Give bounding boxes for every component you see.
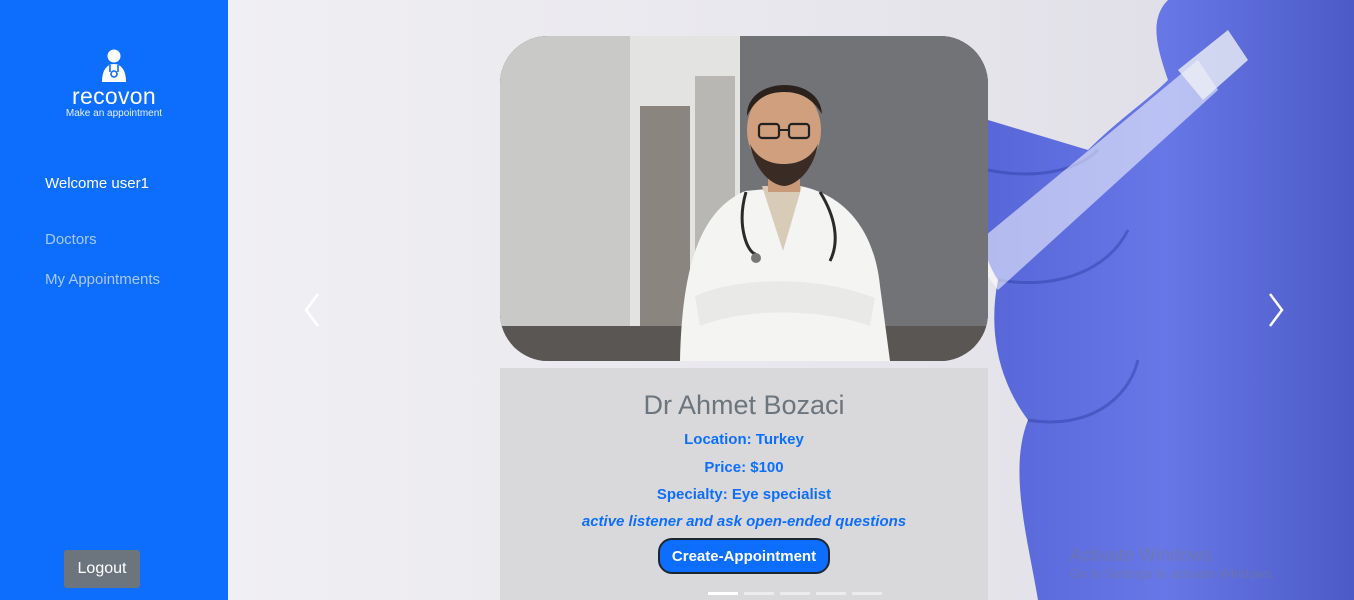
brand-tagline: Make an appointment: [65, 108, 163, 119]
doctor-specialty: Specialty: Eye specialist: [656, 486, 832, 503]
create-appointment-button[interactable]: Create-Appointment: [658, 538, 830, 574]
doctor-icon: [102, 49, 126, 82]
carousel-indicator-3[interactable]: [780, 592, 810, 595]
nav-my-appointments[interactable]: My Appointments: [45, 271, 160, 288]
doctor-location: Location: Turkey: [684, 431, 804, 448]
carousel-next-icon[interactable]: [1264, 290, 1288, 330]
carousel-indicator-5[interactable]: [852, 592, 882, 595]
welcome-text: Welcome user1: [45, 175, 149, 192]
glove-syringe-background: [968, 0, 1354, 600]
doctor-price: Price: $100: [704, 459, 784, 476]
carousel-indicator-4[interactable]: [816, 592, 846, 595]
sidebar: recovon Make an appointment Welcome user…: [0, 0, 228, 600]
brand-logo[interactable]: recovon Make an appointment: [0, 48, 228, 120]
doctor-info-panel: Dr Ahmet Bozaci Location: Turkey Price: …: [500, 368, 988, 600]
brand-name: recovon: [72, 83, 156, 109]
doctor-name: Dr Ahmet Bozaci: [643, 390, 845, 420]
watermark-subtitle: Go to Settings to activate Windows.: [1070, 566, 1276, 581]
watermark-title: Activate Windows: [1070, 545, 1213, 565]
logout-button[interactable]: Logout: [64, 550, 140, 588]
nav-doctors[interactable]: Doctors: [45, 231, 97, 248]
main-content: Dr Ahmet Bozaci Location: Turkey Price: …: [228, 0, 1354, 600]
carousel-prev-icon[interactable]: [300, 290, 324, 330]
doctor-description: active listener and ask open-ended quest…: [581, 513, 907, 530]
carousel-indicator-2[interactable]: [744, 592, 774, 595]
doctor-photo-image: [500, 36, 988, 361]
windows-activation-watermark: Activate Windows Go to Settings to activ…: [1070, 544, 1275, 582]
carousel-indicator-1[interactable]: [708, 592, 738, 595]
doctor-photo: [500, 36, 988, 361]
